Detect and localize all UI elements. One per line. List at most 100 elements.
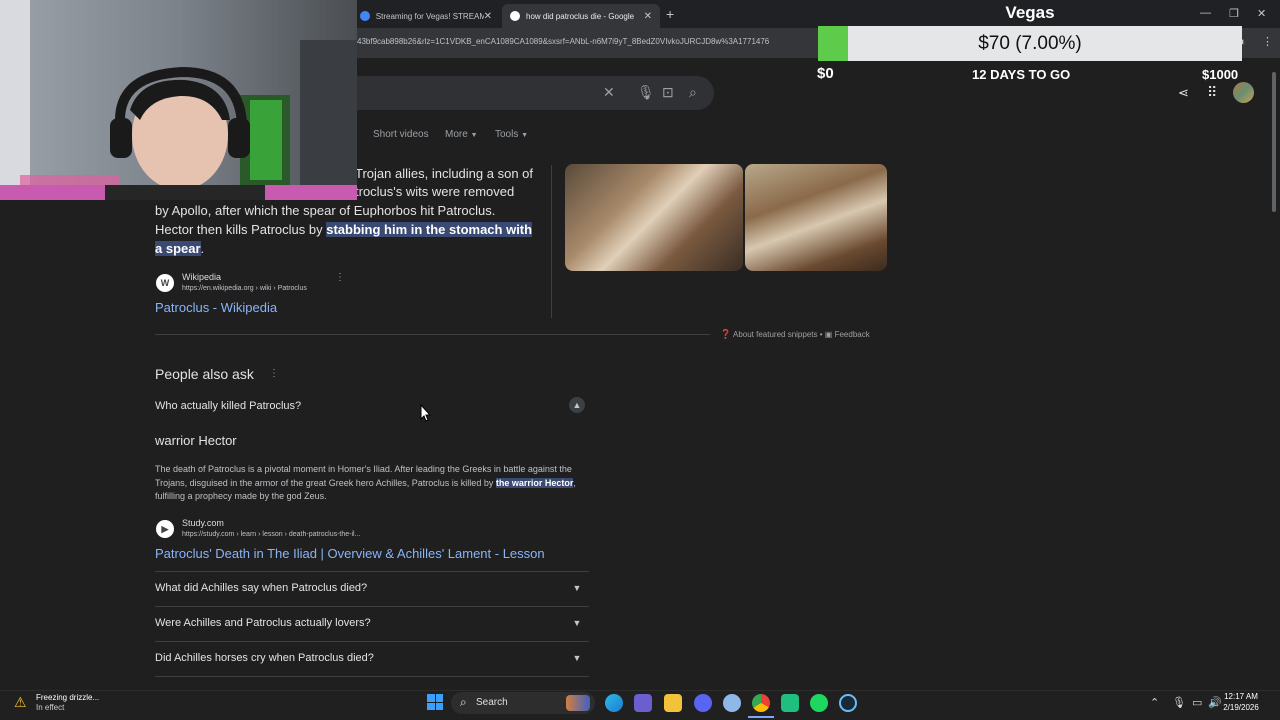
minimize-icon[interactable]: — <box>1200 7 1211 19</box>
taskbar-search-label: Search <box>476 697 508 708</box>
answer-highlight: the warrior Hector <box>495 477 574 488</box>
answer-title: warrior Hector <box>155 433 237 448</box>
clock-time[interactable]: 12:17 AM <box>1222 692 1260 701</box>
tray-expand-icon[interactable]: ⌃ <box>1150 696 1159 709</box>
start-tile <box>427 702 435 710</box>
windows-start-icon[interactable] <box>427 694 443 710</box>
paa-question-open[interactable]: Who actually killed Patroclus? <box>155 400 301 412</box>
clock-date[interactable]: 2/19/2026 <box>1222 703 1260 712</box>
webcam-feed-image <box>0 0 357 200</box>
menu-kebab-icon[interactable]: ⋮ <box>1262 35 1273 48</box>
divider <box>155 641 589 642</box>
app-icon[interactable] <box>723 694 741 712</box>
tab-tools[interactable]: Tools ▼ <box>495 129 528 140</box>
caret-down-icon: ▼ <box>521 132 529 139</box>
paa-options-icon[interactable]: ⋮ <box>269 368 279 379</box>
spotify-icon[interactable] <box>810 694 828 712</box>
snippet-line: troclus's wits were removed <box>355 184 515 199</box>
feedback-icon: ▣ <box>824 330 833 339</box>
goal-min: $0 <box>817 65 834 82</box>
close-tab-icon[interactable]: ✕ <box>644 11 652 22</box>
start-tile <box>435 702 443 710</box>
steam-icon[interactable] <box>839 694 857 712</box>
paa-question[interactable]: What did Achilles say when Patroclus die… <box>155 582 367 594</box>
chevron-down-icon[interactable]: ▼ <box>569 615 585 631</box>
search-icon: ⌕ <box>460 695 467 709</box>
tab-more[interactable]: More ▼ <box>445 129 478 140</box>
start-tile <box>427 694 435 702</box>
paa-heading: People also ask <box>155 366 254 382</box>
chevron-down-icon[interactable]: ▼ <box>569 580 585 596</box>
paa-question[interactable]: Were Achilles and Patroclus actually lov… <box>155 617 371 629</box>
answer-source-name[interactable]: Study.com <box>182 518 224 528</box>
chevron-down-icon[interactable]: ▼ <box>569 650 585 666</box>
goal-max: $1000 <box>1202 67 1239 82</box>
edge-icon[interactable] <box>605 694 623 712</box>
teams-icon[interactable] <box>634 694 652 712</box>
divider <box>155 571 589 572</box>
clear-search-icon[interactable]: ✕ <box>603 84 615 101</box>
restore-icon[interactable]: ❐ <box>1229 7 1239 20</box>
wikipedia-link[interactable]: Patroclus - Wikipedia <box>155 300 277 315</box>
apps-grid-icon[interactable]: ⠿ <box>1207 84 1217 101</box>
tab-short-videos[interactable]: Short videos <box>373 129 429 140</box>
tab-title: how did patroclus die - Google <box>526 11 635 21</box>
volume-icon[interactable]: 🔊 <box>1208 696 1222 709</box>
weather-alert[interactable]: Freezing drizzle... <box>36 693 99 702</box>
url-text[interactable]: 43bf9cab898b26&rlz=1C1VDKB_enCA1089CA108… <box>357 37 769 46</box>
result-options-icon[interactable]: ⋮ <box>335 272 345 283</box>
divider <box>155 334 710 335</box>
snippet-highlight: stabbing him in the stomach with <box>326 222 533 237</box>
rubens-painting-thumbnail[interactable] <box>565 164 743 271</box>
new-tab-icon[interactable]: + <box>666 6 674 22</box>
xbox-app-icon[interactable] <box>781 694 799 712</box>
goal-title: Vegas <box>1005 3 1055 22</box>
tab-google-search[interactable]: how did patroclus die - Google ✕ <box>502 4 660 28</box>
snippet-line: a spear. <box>155 239 204 258</box>
scrollbar-thumb[interactable] <box>1272 72 1276 212</box>
weather-status: In effect <box>36 703 65 712</box>
search-input[interactable] <box>330 76 714 110</box>
account-avatar[interactable] <box>1233 82 1254 103</box>
file-explorer-icon[interactable] <box>664 694 682 712</box>
divider <box>155 676 589 677</box>
chevron-up-icon[interactable]: ▲ <box>569 397 585 413</box>
tab-tools-label: Tools <box>495 129 519 140</box>
source-name[interactable]: Wikipedia <box>182 272 221 282</box>
active-app-indicator <box>748 716 774 718</box>
google-tab-icon <box>510 11 520 21</box>
paa-question[interactable]: Did Achilles horses cry when Patroclus d… <box>155 652 374 664</box>
divider <box>155 606 589 607</box>
close-window-icon[interactable]: ✕ <box>1257 7 1266 20</box>
tab-streaming[interactable]: Streaming for Vegas! STREAM ✕ <box>352 4 500 28</box>
snippet-line: Trojan allies, including a son of <box>355 166 534 181</box>
snippet-text: Hector then kills Patroclus by <box>155 222 327 237</box>
tab-more-label: More <box>445 129 468 140</box>
search-icon[interactable]: ⌕ <box>689 84 697 101</box>
study-com-link[interactable]: Patroclus' Death in The Iliad | Overview… <box>155 546 545 561</box>
search-highlight-icon <box>566 695 590 711</box>
answer-source-url[interactable]: https://study.com › learn › lesson › dea… <box>182 531 360 538</box>
snippet-highlight: a spear <box>155 241 201 256</box>
microphone-icon[interactable]: 🎙 <box>637 84 655 101</box>
study-com-icon: ▶ <box>156 520 174 538</box>
goal-amount: $70 (7.00%) <box>978 33 1082 54</box>
feedback-link[interactable]: Feedback <box>835 330 870 339</box>
twitch-tab-icon <box>360 11 370 21</box>
dot-separator: • <box>819 330 823 339</box>
webcam-overlay <box>0 0 357 200</box>
snippet-text: . <box>200 241 205 256</box>
battle-painting-thumbnail[interactable] <box>745 164 887 271</box>
chrome-icon[interactable] <box>752 694 770 712</box>
network-icon[interactable]: ▭ <box>1192 696 1202 709</box>
warning-icon[interactable]: ⚠ <box>14 694 27 711</box>
caret-down-icon: ▼ <box>470 132 478 139</box>
lens-icon[interactable]: ⊡ <box>662 84 674 101</box>
microphone-tray-icon[interactable]: 🎙 <box>1172 696 1186 709</box>
close-tab-icon[interactable]: ✕ <box>484 11 492 22</box>
about-snippets-link[interactable]: About featured snippets <box>733 330 818 339</box>
discord-icon[interactable] <box>694 694 712 712</box>
source-url[interactable]: https://en.wikipedia.org › wiki › Patroc… <box>182 285 307 292</box>
start-tile <box>435 694 443 702</box>
share-icon[interactable]: ⋖ <box>1178 85 1189 101</box>
